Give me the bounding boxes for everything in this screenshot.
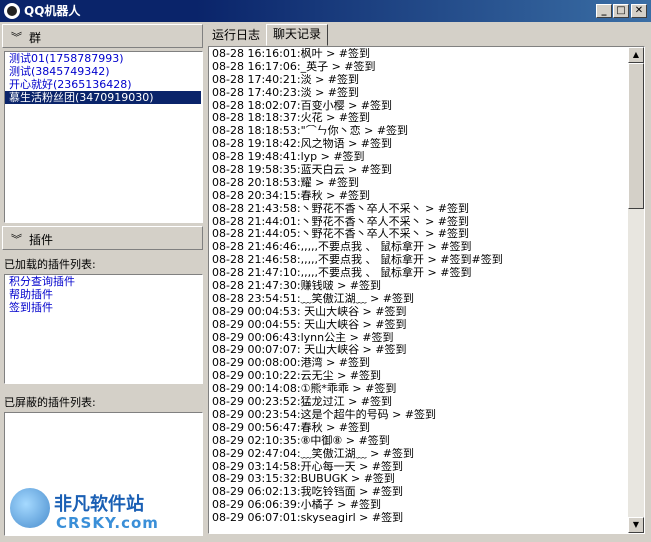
log-line: 08-29 00:14:08:①熊*乖乖 > #签到 <box>212 383 397 396</box>
log-line: 08-28 18:18:53:"⌒ㄣ你丶恋 > #签到 <box>212 125 409 138</box>
log-line: 08-28 20:34:15:春秋 > #签到 <box>212 189 370 202</box>
log-line: 08-29 00:08:00:港湾 > #签到 <box>212 357 370 370</box>
log-line: 08-29 06:02:13:我吃铃铛面 > #签到 <box>212 486 403 499</box>
title-bar: QQ机器人 _ □ ✕ <box>0 0 651 22</box>
log-line: 08-28 18:02:07:百变小樱 > #签到 <box>212 99 392 112</box>
plugin-item[interactable]: 签到插件 <box>5 301 202 314</box>
plugins-header[interactable]: ︾ 插件 <box>2 226 203 250</box>
log-line: 08-28 21:44:05:丶野花不香丶卒人不采丶 > #签到 <box>212 228 469 241</box>
log-line: 08-29 06:06:39:小橘子 > #签到 <box>212 499 381 512</box>
group-item[interactable]: 测试(3845749342) <box>5 65 202 78</box>
group-item[interactable]: 慕生活粉丝团(3470919030) <box>5 91 201 104</box>
log-line: 08-28 17:40:21:淡 > #签到 <box>212 73 359 86</box>
log-line: 08-28 21:47:10:,,,,,不要点我 、 鼠标拿开 > #签到 <box>212 267 472 280</box>
scroll-down-arrow-icon[interactable]: ▼ <box>628 517 644 533</box>
log-line: 08-29 00:23:54:这是个超牛的号码 > #签到 <box>212 408 436 421</box>
scroll-up-arrow-icon[interactable]: ▲ <box>628 47 644 63</box>
log-line: 08-28 21:44:01:丶野花不香丶卒人不采丶 > #签到 <box>212 215 469 228</box>
log-line: 08-28 21:46:58:,,,,,不要点我 、 鼠标拿开 > #签到#签到 <box>212 254 503 267</box>
watermark-emblem-icon <box>10 488 50 528</box>
log-line: 08-29 03:15:32:BUBUGK > #签到 <box>212 473 395 486</box>
log-line: 08-28 16:17:06:_英子 > #签到 <box>212 60 376 73</box>
window-title: QQ机器人 <box>24 4 81 18</box>
groups-header-label: 群 <box>29 31 42 45</box>
log-line: 08-28 21:43:58:丶野花不香丶卒人不采丶 > #签到 <box>212 202 469 215</box>
loaded-plugins-label: 已加载的插件列表: <box>4 258 96 271</box>
watermark-name: 非凡软件站 <box>54 494 144 515</box>
log-line: 08-28 16:16:01:枫叶 > #签到 <box>212 48 370 60</box>
plugin-item[interactable]: 帮助插件 <box>5 288 202 301</box>
log-line: 08-28 17:40:23:淡 > #签到 <box>212 86 359 99</box>
loaded-plugin-list[interactable]: 积分查询插件 帮助插件 签到插件 <box>4 274 203 384</box>
blocked-plugins-label: 已屏蔽的插件列表: <box>4 396 96 409</box>
vertical-scrollbar[interactable]: ▲ ▼ <box>628 47 644 533</box>
minimize-button[interactable]: _ <box>596 4 612 18</box>
log-line: 08-28 20:18:53:耀 > #签到 <box>212 176 359 189</box>
right-panel: 运行日志 聊天记录 08-28 16:16:01:枫叶 > #签到 08-28 1… <box>206 24 647 536</box>
tab-run-log[interactable]: 运行日志 <box>206 26 266 46</box>
log-line: 08-29 00:06:43:lynn公主 > #签到 <box>212 331 394 344</box>
log-line: 08-28 21:47:30:赚钱啵 > #签到 <box>212 280 381 293</box>
log-line: 08-29 00:04:53: 天山大峡谷 > #签到 <box>212 305 407 318</box>
collapse-chevron-icon: ︾ <box>11 233 22 246</box>
watermark-site: CRSKY.com <box>56 514 159 532</box>
left-panel: ︾ 群 测试01(1758787993) 测试(3845749342) 开心就好(2… <box>2 24 203 536</box>
log-line: 08-29 06:07:01:skyseagirl > #签到 <box>212 512 404 525</box>
log-line: 08-28 23:54:51:﹏笑傲江湖﹏ > #签到 <box>212 292 414 305</box>
collapse-chevron-icon: ︾ <box>11 31 22 44</box>
log-line: 08-29 03:14:58:开心每一天 > #签到 <box>212 460 403 473</box>
groups-header[interactable]: ︾ 群 <box>2 24 203 48</box>
group-item[interactable]: 开心就好(2365136428) <box>5 78 202 91</box>
log-line: 08-29 02:10:35:⑧中御⑧ > #签到 <box>212 434 390 447</box>
log-line: 08-28 19:18:42:风之物语 > #签到 <box>212 138 392 151</box>
log-line: 08-29 00:56:47:春秋 > #签到 <box>212 421 370 434</box>
app-icon <box>4 3 20 19</box>
maximize-button[interactable]: □ <box>613 4 629 18</box>
plugins-header-label: 插件 <box>29 233 54 247</box>
group-item[interactable]: 测试01(1758787993) <box>5 52 202 65</box>
plugin-item[interactable]: 积分查询插件 <box>5 275 202 288</box>
scrollbar-thumb[interactable] <box>628 63 644 209</box>
log-line: 08-28 19:58:35:蓝天白云 > #签到 <box>212 164 392 177</box>
log-line: 08-29 00:23:52:猛龙过江 > #签到 <box>212 396 392 409</box>
log-line: 08-29 00:07:07: 天山大峡谷 > #签到 <box>212 344 407 357</box>
chat-log-lines: 08-28 16:16:01:枫叶 > #签到 08-28 16:17:06:_英… <box>212 48 624 525</box>
chat-log-box[interactable]: 08-28 16:16:01:枫叶 > #签到 08-28 16:17:06:_英… <box>208 46 645 534</box>
tab-chat-log[interactable]: 聊天记录 <box>266 24 328 46</box>
log-line: 08-28 19:48:41:lyp > #签到 <box>212 151 365 164</box>
group-list[interactable]: 测试01(1758787993) 测试(3845749342) 开心就好(23651… <box>4 51 203 223</box>
log-line: 08-29 00:04:55: 天山大峡谷 > #签到 <box>212 318 407 331</box>
log-line: 08-28 18:18:37:火花 > #签到 <box>212 112 370 125</box>
watermark-logo: 非凡软件站 CRSKY.com <box>4 484 174 538</box>
log-line: 08-29 00:10:22:云无尘 > #签到 <box>212 370 381 383</box>
close-button[interactable]: ✕ <box>631 4 647 18</box>
log-line: 08-28 21:46:46:,,,,,不要点我 、 鼠标拿开 > #签到 <box>212 241 472 254</box>
log-line: 08-29 02:47:04:﹏笑傲江湖﹏ > #签到 <box>212 447 414 460</box>
